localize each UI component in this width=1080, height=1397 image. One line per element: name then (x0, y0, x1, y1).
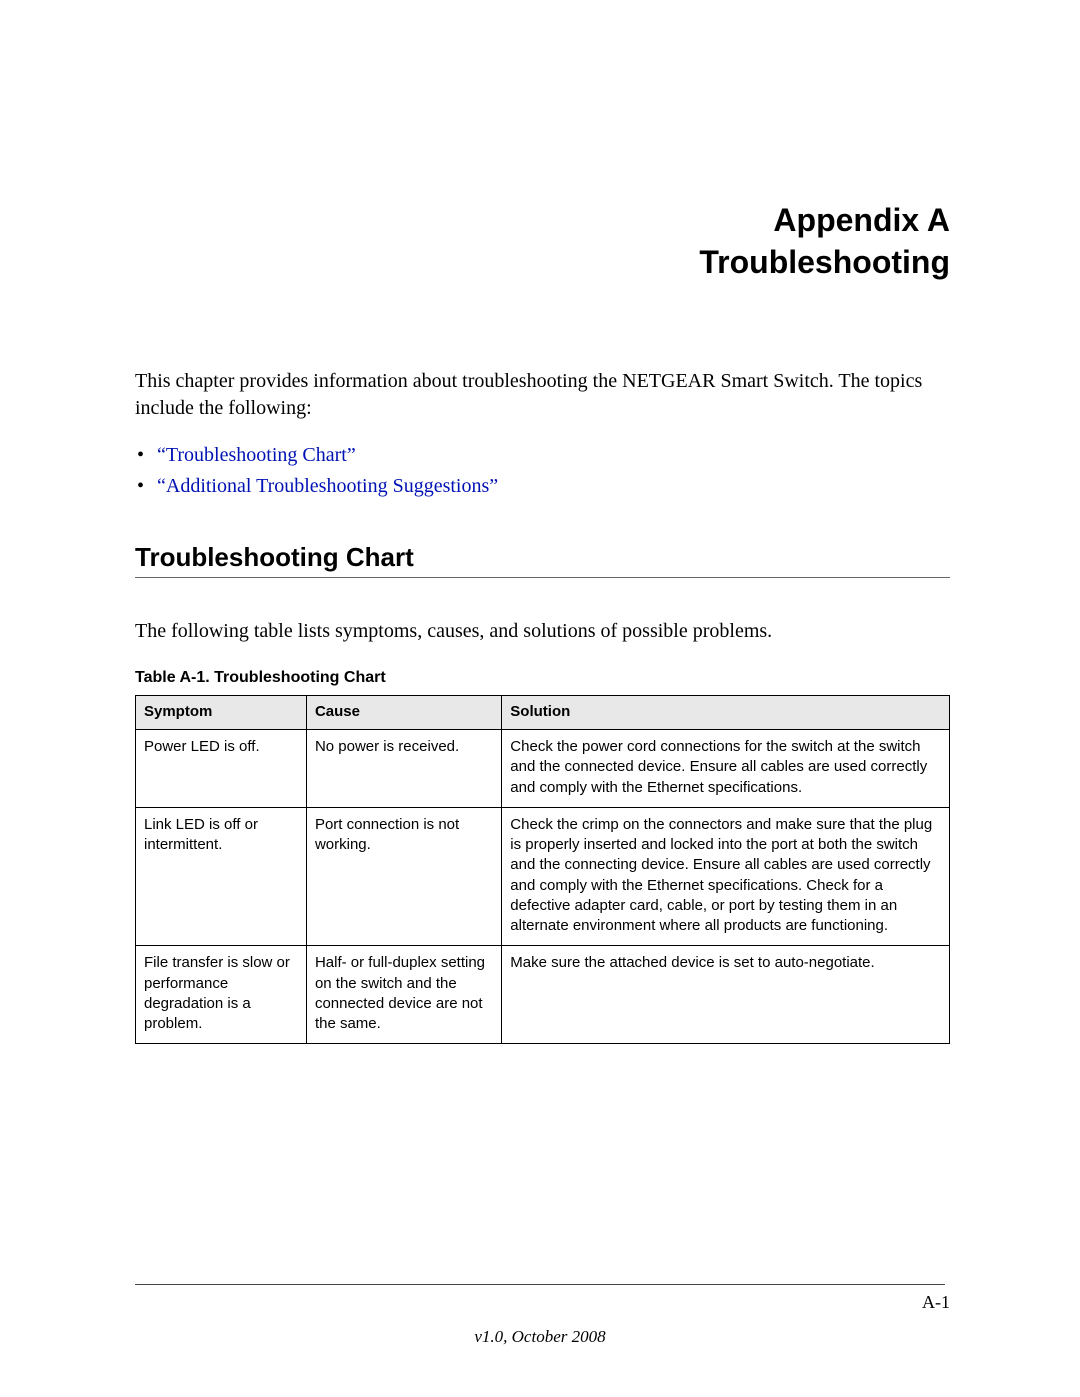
toc-item: “Additional Troubleshooting Suggestions” (157, 471, 950, 502)
th-solution: Solution (502, 696, 950, 730)
cell-cause: No power is received. (306, 730, 501, 808)
section-heading: Troubleshooting Chart (135, 542, 950, 578)
cell-solution: Check the crimp on the connectors and ma… (502, 807, 950, 946)
troubleshooting-table: Symptom Cause Solution Power LED is off.… (135, 695, 950, 1044)
chapter-title: Appendix A Troubleshooting (135, 200, 950, 283)
table-row: Power LED is off. No power is received. … (136, 730, 950, 808)
section-intro: The following table lists symptoms, caus… (135, 620, 950, 643)
version-text: v1.0, October 2008 (0, 1327, 1080, 1347)
table-row: Link LED is off or intermittent. Port co… (136, 807, 950, 946)
cell-solution: Make sure the attached device is set to … (502, 946, 950, 1044)
toc-link-troubleshooting-chart[interactable]: “Troubleshooting Chart” (157, 444, 356, 466)
table-caption: Table A-1. Troubleshooting Chart (135, 669, 950, 687)
cell-symptom: Power LED is off. (136, 730, 307, 808)
th-cause: Cause (306, 696, 501, 730)
title-line-2: Troubleshooting (135, 242, 950, 284)
toc-list: “Troubleshooting Chart” “Additional Trou… (135, 440, 950, 502)
intro-paragraph: This chapter provides information about … (135, 368, 950, 422)
toc-link-additional-suggestions[interactable]: “Additional Troubleshooting Suggestions” (157, 475, 498, 497)
toc-item: “Troubleshooting Chart” (157, 440, 950, 471)
cell-symptom: File transfer is slow or performance deg… (136, 946, 307, 1044)
footer-rule (135, 1284, 945, 1285)
title-line-1: Appendix A (135, 200, 950, 242)
cell-cause: Port connection is not working. (306, 807, 501, 946)
cell-symptom: Link LED is off or intermittent. (136, 807, 307, 946)
page-number: A-1 (922, 1292, 950, 1313)
th-symptom: Symptom (136, 696, 307, 730)
table-header-row: Symptom Cause Solution (136, 696, 950, 730)
table-row: File transfer is slow or performance deg… (136, 946, 950, 1044)
cell-solution: Check the power cord connections for the… (502, 730, 950, 808)
cell-cause: Half- or full-duplex setting on the swit… (306, 946, 501, 1044)
